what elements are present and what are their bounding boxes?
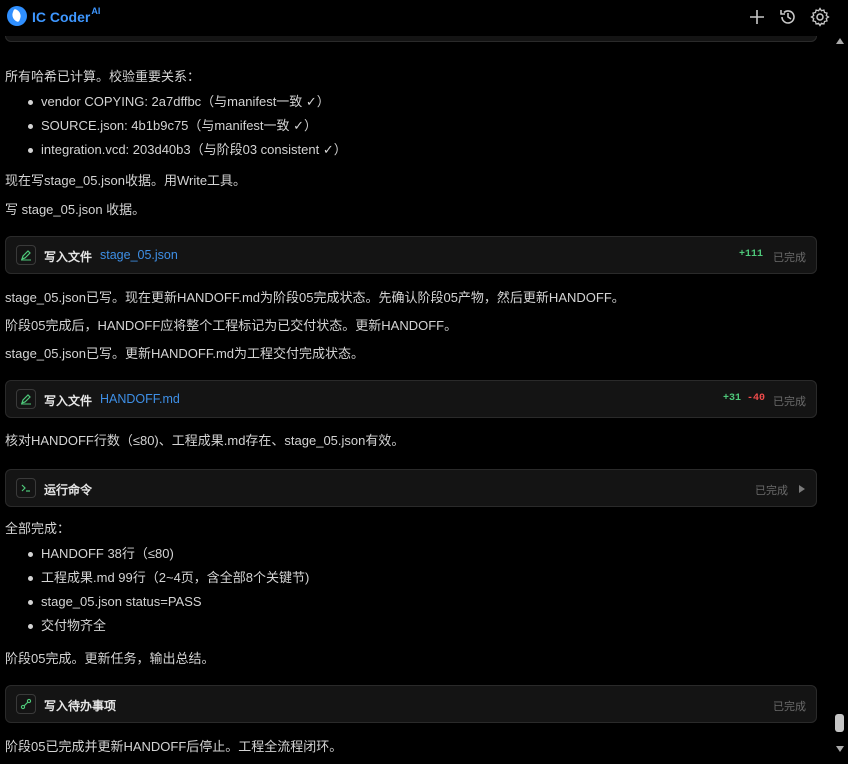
- file-link[interactable]: stage_05.json: [100, 248, 178, 262]
- app-header: IC Coder AI: [0, 0, 848, 36]
- scroll-down-arrow-icon[interactable]: [836, 746, 844, 752]
- message-text: 阶段05完成后，HANDOFF应将整个工程标记为已交付状态。更新HANDOFF。: [5, 318, 458, 333]
- status-badge: 已完成: [773, 396, 806, 408]
- previous-tool-card: [5, 36, 817, 42]
- file-link[interactable]: HANDOFF.md: [100, 392, 180, 406]
- edit-icon: [16, 245, 36, 265]
- status-badge: 已完成: [773, 252, 806, 264]
- expand-arrow-icon[interactable]: [798, 484, 806, 494]
- message-text: 阶段05已完成并更新HANDOFF后停止。工程全流程闭环。: [5, 739, 343, 754]
- status-badge: 已完成: [755, 485, 788, 497]
- terminal-icon: [16, 478, 36, 498]
- history-icon: [780, 10, 795, 24]
- hash-list: vendor COPYING: 2a7dffbc（与manifest一致 ✓） …: [5, 93, 347, 165]
- list-item: stage_05.json status=PASS: [5, 593, 309, 617]
- list-item: 工程成果.md 99行（2~4页，含全部8个关键节): [5, 569, 309, 593]
- list-item: integration.vcd: 203d40b3（与阶段03 consiste…: [5, 141, 347, 165]
- list-item: SOURCE.json: 4b1b9c75（与manifest一致 ✓）: [5, 117, 347, 141]
- app-name-sup: AI: [91, 6, 101, 16]
- message-text: stage_05.json已写。现在更新HANDOFF.md为阶段05完成状态。…: [5, 290, 625, 305]
- tool-title: 写入文件: [44, 394, 93, 408]
- message-text: 现在写stage_05.json收据。用Write工具。: [5, 173, 247, 188]
- tool-title: 运行命令: [44, 483, 93, 497]
- tool-title: 写入文件: [44, 250, 93, 264]
- message-text: 写 stage_05.json 收据。: [5, 202, 146, 217]
- message-text: stage_05.json已写。更新HANDOFF.md为工程交付完成状态。: [5, 346, 365, 361]
- tool-title: 写入待办事项: [44, 699, 117, 713]
- write-file-card[interactable]: 写入文件 stage_05.json +111 已完成: [5, 236, 817, 274]
- scroll-up-arrow-icon[interactable]: [836, 38, 844, 44]
- status-badge: 已完成: [773, 701, 806, 713]
- lines-added: +31: [723, 393, 742, 404]
- app-name: IC Coder: [32, 9, 91, 25]
- plus-icon: [750, 10, 764, 24]
- run-command-card[interactable]: 运行命令 已完成: [5, 469, 817, 507]
- lines-removed: -40: [747, 393, 766, 404]
- scrollbar-thumb[interactable]: [835, 714, 844, 732]
- message-text: 所有哈希已计算。校验重要关系：: [5, 69, 201, 84]
- logo-icon: [7, 6, 27, 26]
- message-text: 核对HANDOFF行数（≤80)、工程成果.md存在、stage_05.json…: [5, 433, 405, 448]
- lines-added: +111: [739, 249, 764, 260]
- gear-icon: [810, 7, 830, 27]
- summary-list: HANDOFF 38行（≤80) 工程成果.md 99行（2~4页，含全部8个关…: [5, 545, 309, 641]
- new-chat-button[interactable]: [746, 6, 768, 28]
- edit-icon: [16, 389, 36, 409]
- settings-button[interactable]: [809, 6, 831, 28]
- chat-transcript[interactable]: 所有哈希已计算。校验重要关系： vendor COPYING: 2a7dffbc…: [0, 36, 832, 764]
- write-todo-card[interactable]: 写入待办事项 已完成: [5, 685, 817, 723]
- app-logo: IC Coder AI: [7, 6, 100, 26]
- list-item: HANDOFF 38行（≤80): [5, 545, 309, 569]
- message-text: 全部完成：: [5, 521, 71, 536]
- scrollbar[interactable]: [832, 36, 848, 764]
- write-file-card[interactable]: 写入文件 HANDOFF.md +31 -40 已完成: [5, 380, 817, 418]
- todo-icon: [16, 694, 36, 714]
- list-item: 交付物齐全: [5, 617, 309, 641]
- history-button[interactable]: [777, 6, 799, 28]
- message-text: 阶段05完成。更新任务，输出总结。: [5, 651, 215, 666]
- list-item: vendor COPYING: 2a7dffbc（与manifest一致 ✓）: [5, 93, 347, 117]
